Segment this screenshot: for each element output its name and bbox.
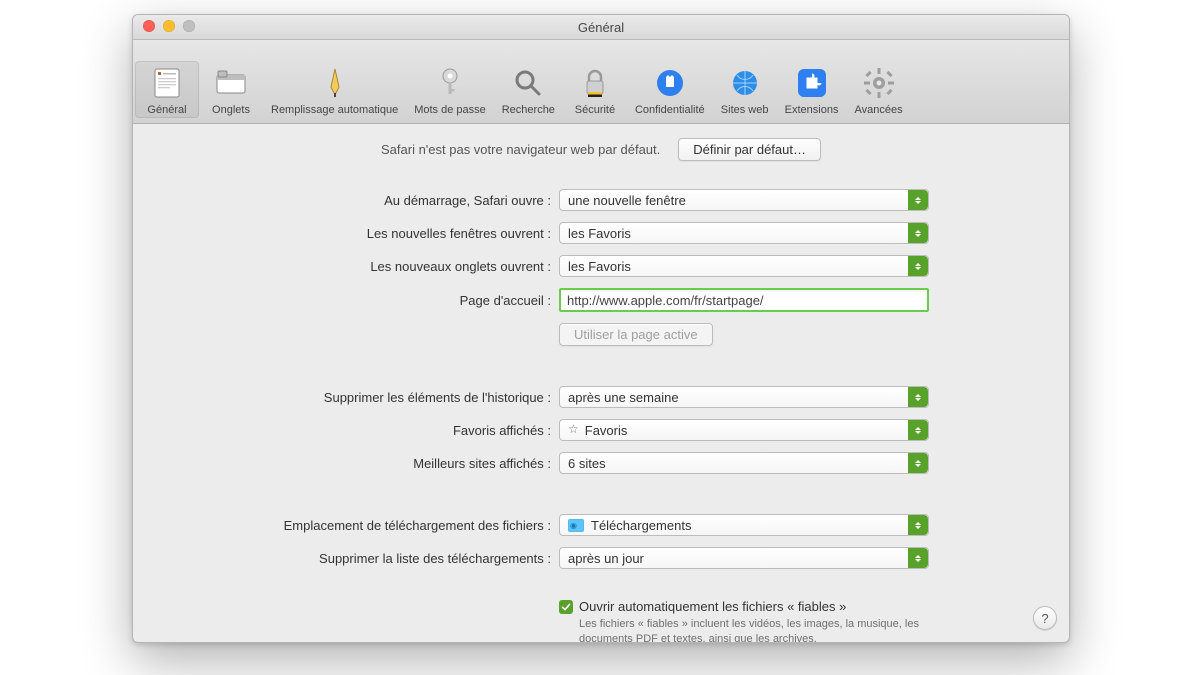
- tab-label: Remplissage automatique: [271, 104, 398, 116]
- popup-remove-history[interactable]: après une semaine: [559, 386, 929, 408]
- close-icon[interactable]: [143, 20, 155, 32]
- tab-general[interactable]: Général: [135, 61, 199, 118]
- chevron-updown-icon: [908, 387, 928, 407]
- safe-open-checkbox[interactable]: [559, 600, 573, 614]
- popup-new-tabs[interactable]: les Favoris: [559, 255, 929, 277]
- popup-value: après un jour: [568, 551, 644, 566]
- popup-download-location[interactable]: Téléchargements: [559, 514, 929, 536]
- chevron-updown-icon: [908, 190, 928, 210]
- window-title: Général: [578, 20, 624, 35]
- tab-label: Sécurité: [575, 104, 615, 116]
- chevron-updown-icon: [908, 223, 928, 243]
- popup-favorites-shown[interactable]: ☆ Favoris: [559, 419, 929, 441]
- tab-label: Recherche: [502, 104, 555, 116]
- puzzle-icon: [794, 65, 830, 101]
- traffic-lights: [143, 20, 195, 32]
- label-homepage: Page d'accueil :: [151, 293, 551, 308]
- label-remove-history: Supprimer les éléments de l'historique :: [151, 390, 551, 405]
- label-download-clear: Supprimer la liste des téléchargements :: [151, 551, 551, 566]
- globe-icon: [727, 65, 763, 101]
- popup-value: les Favoris: [568, 259, 631, 274]
- chevron-updown-icon: [908, 515, 928, 535]
- tab-passwords[interactable]: Mots de passe: [406, 61, 494, 118]
- popup-download-clear[interactable]: après un jour: [559, 547, 929, 569]
- tab-security[interactable]: Sécurité: [563, 61, 627, 118]
- tab-label: Avancées: [854, 104, 902, 116]
- default-browser-text: Safari n'est pas votre navigateur web pa…: [381, 142, 660, 157]
- tab-websites[interactable]: Sites web: [713, 61, 777, 118]
- lock-icon: [577, 65, 613, 101]
- label-new-tabs: Les nouveaux onglets ouvrent :: [151, 259, 551, 274]
- tab-label: Général: [147, 104, 186, 116]
- tab-label: Sites web: [721, 104, 769, 116]
- key-icon: [432, 65, 468, 101]
- tab-advanced[interactable]: Avancées: [846, 61, 910, 118]
- popup-value: les Favoris: [568, 226, 631, 241]
- help-button[interactable]: ?: [1033, 606, 1057, 630]
- chevron-updown-icon: [908, 420, 928, 440]
- tab-label: Onglets: [212, 104, 250, 116]
- use-current-page-button: Utiliser la page active: [559, 323, 713, 346]
- label-new-windows: Les nouvelles fenêtres ouvrent :: [151, 226, 551, 241]
- chevron-updown-icon: [908, 256, 928, 276]
- tab-extensions[interactable]: Extensions: [777, 61, 847, 118]
- titlebar: Général: [133, 15, 1069, 40]
- gear-icon: [861, 65, 897, 101]
- chevron-updown-icon: [908, 453, 928, 473]
- chevron-updown-icon: [908, 548, 928, 568]
- preferences-window: Général Général Onglets Remplissage auto…: [132, 14, 1070, 643]
- star-icon: ☆: [568, 422, 579, 436]
- popup-value: 6 sites: [568, 456, 606, 471]
- tab-label: Confidentialité: [635, 104, 705, 116]
- popup-value: Téléchargements: [591, 518, 691, 533]
- label-download-location: Emplacement de téléchargement des fichie…: [151, 518, 551, 533]
- popup-top-sites[interactable]: 6 sites: [559, 452, 929, 474]
- general-icon: [149, 65, 185, 101]
- safe-open-help: Les fichiers « fiables » incluent les vi…: [579, 617, 929, 643]
- tab-label: Mots de passe: [414, 104, 486, 116]
- pen-icon: [317, 65, 353, 101]
- folder-icon: [568, 519, 584, 532]
- tab-privacy[interactable]: Confidentialité: [627, 61, 713, 118]
- popup-value: Favoris: [585, 423, 628, 438]
- magnify-icon: [510, 65, 546, 101]
- homepage-input[interactable]: [559, 288, 929, 312]
- tabs-icon: [213, 65, 249, 101]
- zoom-icon: [183, 20, 195, 32]
- minimize-icon[interactable]: [163, 20, 175, 32]
- label-on-launch: Au démarrage, Safari ouvre :: [151, 193, 551, 208]
- tab-autofill[interactable]: Remplissage automatique: [263, 61, 406, 118]
- question-icon: ?: [1041, 611, 1048, 626]
- hand-icon: [652, 65, 688, 101]
- content-pane: Safari n'est pas votre navigateur web pa…: [133, 124, 1069, 643]
- set-default-button[interactable]: Définir par défaut…: [678, 138, 821, 161]
- safe-open-label: Ouvrir automatiquement les fichiers « fi…: [579, 599, 929, 614]
- popup-value: une nouvelle fenêtre: [568, 193, 686, 208]
- popup-on-launch[interactable]: une nouvelle fenêtre: [559, 189, 929, 211]
- tab-search[interactable]: Recherche: [494, 61, 563, 118]
- tab-label: Extensions: [785, 104, 839, 116]
- label-favorites-shown: Favoris affichés :: [151, 423, 551, 438]
- label-top-sites: Meilleurs sites affichés :: [151, 456, 551, 471]
- popup-value: après une semaine: [568, 390, 679, 405]
- tab-tabs[interactable]: Onglets: [199, 61, 263, 118]
- default-browser-row: Safari n'est pas votre navigateur web pa…: [151, 138, 1051, 161]
- popup-new-windows[interactable]: les Favoris: [559, 222, 929, 244]
- prefs-toolbar: Général Onglets Remplissage automatique …: [133, 40, 1069, 124]
